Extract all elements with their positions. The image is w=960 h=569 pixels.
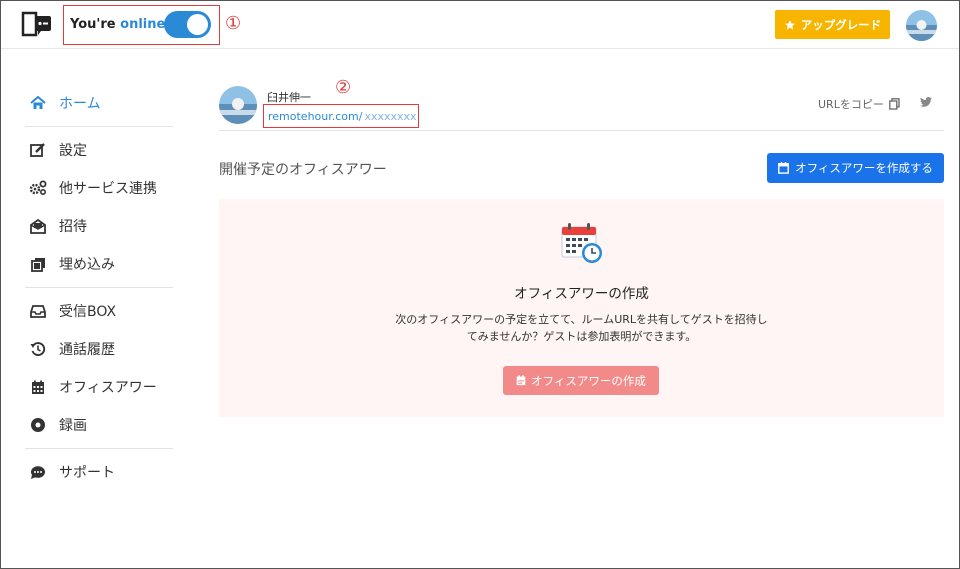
empty-create-office-hour-button[interactable]: オフィスアワーの作成	[503, 366, 659, 395]
chat-icon	[29, 463, 47, 481]
sidebar-item-label: 埋め込み	[59, 257, 115, 273]
sidebar-item-embed[interactable]: 埋め込み	[25, 245, 173, 283]
sidebar-divider	[25, 287, 173, 288]
sidebar-item-label: 録画	[59, 418, 87, 434]
sidebar-nav: ホーム 設定 他サービス連携 招待 埋め込み 受信BOX 通話履歴 オフィスアワ…	[25, 84, 173, 491]
sidebar-item-home[interactable]: ホーム	[25, 84, 173, 122]
empty-state-description: 次のオフィスアワーの予定を立てて、ルームURLを共有してゲストを招待し てみませ…	[219, 311, 944, 345]
profile-divider	[219, 130, 944, 131]
sidebar-item-label: 設定	[59, 143, 87, 159]
record-icon	[29, 416, 47, 434]
cogs-icon	[29, 179, 47, 197]
room-url-domain[interactable]: remotehour.com/	[268, 110, 362, 123]
empty-state-title: オフィスアワーの作成	[514, 286, 649, 302]
create-office-hour-button[interactable]: オフィスアワーを作成する	[767, 153, 944, 183]
copy-url-button[interactable]: URLをコピー	[818, 96, 900, 112]
copy-icon	[888, 98, 900, 110]
online-toggle[interactable]	[164, 11, 211, 38]
history-icon	[29, 340, 47, 358]
inbox-icon	[29, 302, 47, 320]
sidebar-item-recordings[interactable]: 録画	[25, 406, 173, 444]
edit-icon	[29, 141, 47, 159]
logo-icon[interactable]	[21, 11, 53, 37]
star-icon	[784, 19, 795, 30]
sidebar-item-label: 他サービス連携	[59, 181, 157, 197]
calendar-icon	[778, 162, 790, 174]
sidebar-item-label: ホーム	[59, 96, 101, 112]
sidebar-divider	[25, 126, 173, 127]
annotation-marker-1: ①	[225, 13, 242, 34]
copy-icon	[29, 255, 47, 273]
empty-state-desc-line2: てみませんか？ゲストは参加表明ができます。	[466, 330, 697, 343]
avatar-photo	[219, 86, 257, 124]
sidebar-item-inbox[interactable]: 受信BOX	[25, 292, 173, 330]
annotation-marker-2: ②	[335, 77, 352, 98]
room-url-annotation[interactable]: remotehour.com/xxxxxxxx	[263, 104, 419, 128]
top-bar: You're online ① アップグレード	[1, 1, 959, 49]
section-title: 開催予定のオフィスアワー	[219, 162, 387, 178]
sidebar-item-invite[interactable]: 招待	[25, 207, 173, 245]
sidebar-item-integrations[interactable]: 他サービス連携	[25, 169, 173, 207]
profile-avatar	[219, 86, 257, 124]
twitter-icon[interactable]	[920, 97, 932, 107]
create-office-hour-label: オフィスアワーを作成する	[795, 161, 933, 175]
sidebar-item-label: 受信BOX	[59, 304, 117, 320]
online-status-label: You're online	[70, 17, 166, 32]
calendar-icon	[516, 375, 526, 386]
sidebar-item-call-history[interactable]: 通話履歴	[25, 330, 173, 368]
online-status-annotation: You're online	[63, 5, 220, 45]
empty-state-panel: オフィスアワーの作成 次のオフィスアワーの予定を立てて、ルームURLを共有してゲ…	[219, 199, 944, 417]
calendar-clock-illustration	[561, 223, 602, 263]
sidebar-item-label: 招待	[59, 219, 87, 235]
user-avatar[interactable]	[906, 10, 937, 41]
upgrade-label: アップグレード	[800, 17, 882, 32]
sidebar-divider	[25, 448, 173, 449]
profile-name: 臼井伸一	[267, 91, 311, 104]
empty-create-office-hour-label: オフィスアワーの作成	[531, 373, 646, 388]
sidebar-item-label: 通話履歴	[59, 342, 115, 358]
copy-url-label: URLをコピー	[818, 98, 884, 111]
sidebar-item-settings[interactable]: 設定	[25, 131, 173, 169]
calendar-icon	[29, 378, 47, 396]
sidebar-item-office-hours[interactable]: オフィスアワー	[25, 368, 173, 406]
room-url-id[interactable]: xxxxxxxx	[364, 110, 416, 123]
toggle-knob	[187, 14, 208, 35]
sidebar-item-label: オフィスアワー	[59, 380, 157, 396]
home-icon	[29, 94, 47, 112]
sidebar-item-label: サポート	[59, 465, 115, 481]
sidebar-item-support[interactable]: サポート	[25, 453, 173, 491]
envelope-open-icon	[29, 217, 47, 235]
empty-state-desc-line1: 次のオフィスアワーの予定を立てて、ルームURLを共有してゲストを招待し	[395, 313, 768, 326]
upgrade-button[interactable]: アップグレード	[775, 10, 890, 39]
avatar-photo	[906, 10, 937, 41]
